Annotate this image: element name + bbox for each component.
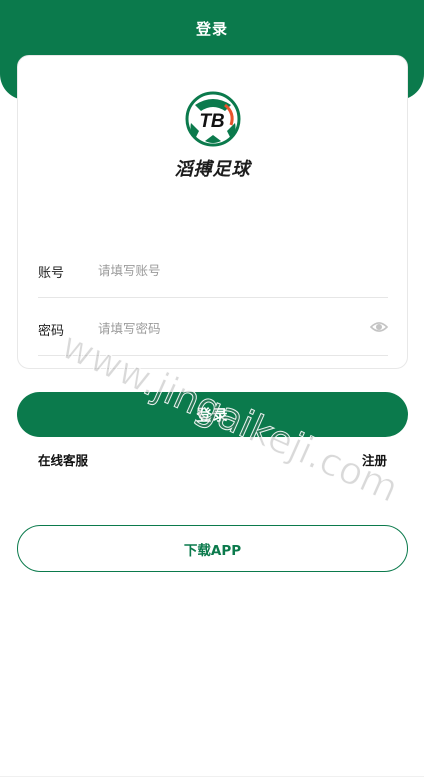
brand-name: 滔搏足球 xyxy=(174,159,251,180)
eye-icon[interactable] xyxy=(370,320,388,334)
football-logo-icon: TB xyxy=(185,91,240,147)
bottom-divider xyxy=(0,776,424,777)
account-label: 账号 xyxy=(38,266,65,281)
password-field: 密码 xyxy=(38,298,388,356)
login-button[interactable]: 登录 xyxy=(17,392,408,437)
password-input[interactable] xyxy=(98,314,358,342)
download-app-button[interactable]: 下载APP xyxy=(17,525,408,572)
logo-text: TB xyxy=(199,111,225,132)
account-field: 账号 xyxy=(38,240,388,298)
login-card: TB 滔搏足球 账号 密码 xyxy=(17,55,408,369)
login-page: 登录 TB 滔搏足球 账号 密码 xyxy=(0,0,424,780)
brand-logo: TB 滔搏足球 xyxy=(18,91,407,181)
page-title: 登录 xyxy=(195,20,228,38)
online-service-link[interactable]: 在线客服 xyxy=(38,450,88,469)
register-link[interactable]: 注册 xyxy=(362,450,387,469)
password-label: 密码 xyxy=(38,324,65,339)
account-input[interactable] xyxy=(98,256,358,284)
